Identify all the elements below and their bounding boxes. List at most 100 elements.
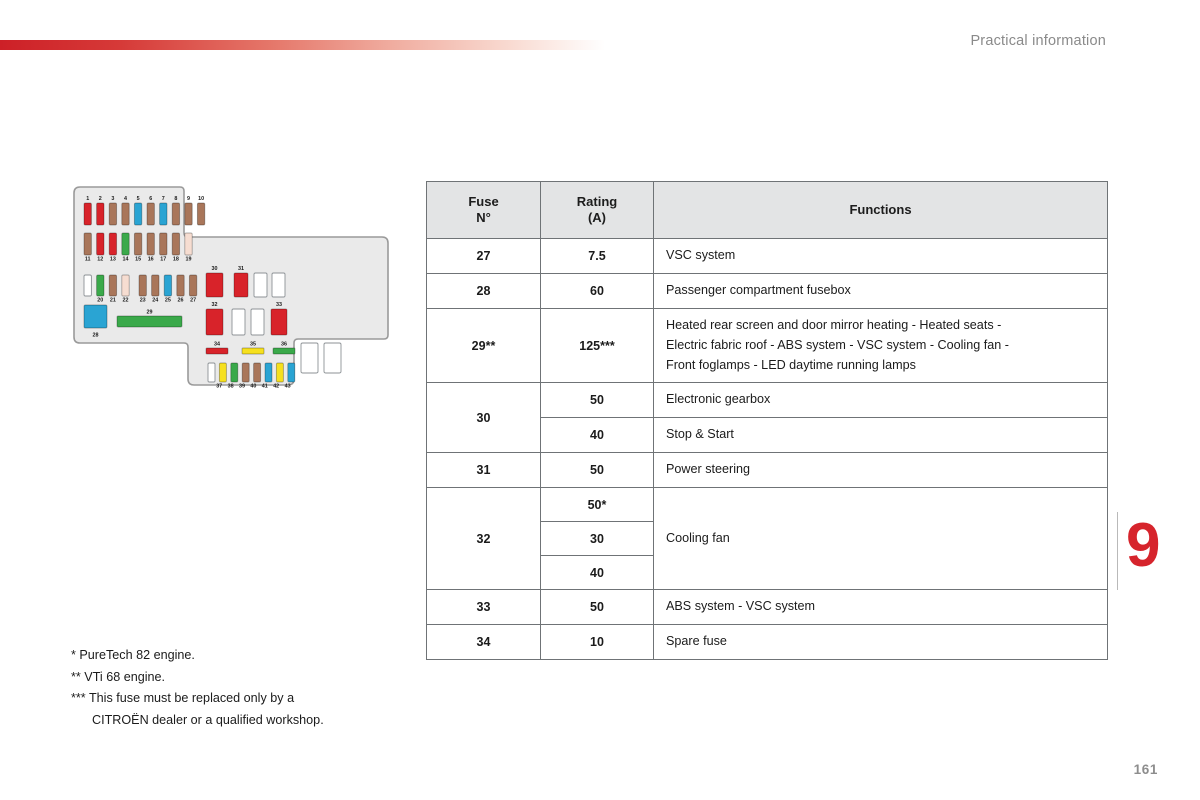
fuse-label-35: 35: [250, 342, 256, 348]
fuse-label-1: 1: [86, 196, 89, 202]
fuse-label-20: 20: [97, 298, 103, 304]
cell-rating: 30: [540, 521, 654, 557]
fuse-33: [270, 308, 288, 336]
fuse-label-25: 25: [165, 298, 171, 304]
fuse-15: [133, 232, 143, 256]
cell-rating: 50: [540, 382, 654, 419]
fuse-10: [196, 202, 206, 226]
fuse-31: [233, 272, 249, 298]
fuse-label-7: 7: [162, 196, 165, 202]
footnote-3-continued: CITROËN dealer or a qualified workshop.: [92, 712, 324, 727]
fuse-label-39: 39: [239, 384, 245, 390]
fuse-26: [176, 274, 185, 297]
table-header-row: Fuse N° Rating (A) Functions: [426, 181, 1108, 239]
footnotes-block: * PureTech 82 engine. ** VTi 68 engine. …: [71, 645, 401, 732]
fuse-18: [171, 232, 181, 256]
fuse-label-8: 8: [174, 196, 177, 202]
cell-functions: VSC system: [653, 238, 1108, 274]
fuse-36: [272, 347, 296, 355]
fuse-28: [83, 304, 108, 329]
footnote-2: ** VTi 68 engine.: [71, 669, 166, 684]
table-row: 32 50* Cooling fan: [426, 487, 1108, 591]
cell-fuse-number: 31: [426, 452, 541, 489]
fuse-32: [205, 308, 224, 336]
fuse-label-16: 16: [148, 257, 154, 263]
fuse-label-37: 37: [216, 384, 222, 390]
fuse-label-40: 40: [250, 384, 256, 390]
cell-rating: 10: [540, 624, 654, 660]
chapter-number: 9: [1126, 511, 1160, 580]
table-row: 27 7.5 VSC system: [426, 238, 1108, 274]
cell-rating: 40: [540, 417, 654, 454]
fuse-label-9: 9: [187, 196, 190, 202]
cell-functions: Cooling fan: [653, 487, 1108, 591]
fuse-label-14: 14: [123, 257, 129, 263]
fuse-9: [184, 202, 193, 226]
section-title: Practical information: [970, 33, 1106, 49]
fuse-label-19: 19: [186, 257, 192, 263]
table-row: 28 60 Passenger compartment fusebox: [426, 272, 1108, 309]
empty-slot-a: [253, 272, 268, 298]
table-row: 31 50 Power steering: [426, 452, 1108, 489]
fuse-slot-row4-5: [264, 362, 273, 383]
fuse-label-2: 2: [99, 196, 102, 202]
cell-functions: Stop & Start: [653, 417, 1108, 454]
fuse-label-4: 4: [124, 196, 127, 202]
cell-rating: 40: [540, 555, 654, 591]
fuse-label-43: 43: [285, 384, 291, 390]
fuse-3: [108, 202, 118, 226]
header-fuse-line2: N°: [476, 210, 491, 225]
fuse-27: [188, 274, 198, 297]
fuse-label-18: 18: [173, 257, 179, 263]
fuse-30: [205, 272, 224, 298]
header-accent-bar: [0, 40, 605, 50]
fuse-label-27: 27: [190, 298, 196, 304]
fuse-13: [108, 232, 118, 256]
fuse-label-33: 33: [276, 302, 282, 308]
cell-rating: 125***: [540, 307, 654, 384]
fuse-8: [171, 202, 181, 226]
fuse-2: [96, 202, 105, 226]
fuse-23: [138, 274, 147, 297]
page-number: 161: [1133, 762, 1158, 777]
table-row: 30 50 Electronic gearbox: [426, 382, 1108, 454]
column-header-fuse-number: Fuse N°: [426, 181, 541, 239]
empty-slot-large-a: [300, 342, 319, 374]
chapter-divider-line: [1117, 512, 1118, 590]
cell-rating: 50*: [540, 487, 654, 523]
fuse-29: [116, 315, 183, 328]
fuse-12: [96, 232, 105, 256]
cell-functions: ABS system - VSC system: [653, 589, 1108, 626]
cell-fuse-number: 28: [426, 272, 541, 309]
table-row: 33 50 ABS system - VSC system: [426, 589, 1108, 626]
cell-functions: Passenger compartment fusebox: [653, 272, 1108, 309]
fuse-7: [159, 202, 168, 226]
cell-functions: Spare fuse: [653, 624, 1108, 660]
engine-compartment-fusebox-diagram: 1 2 3 4 5 6 7 8 9 10 11 12 13 14 15 16 17 18 19 20 21 22 23 24 2…: [70, 181, 400, 401]
header-rating-line2: (A): [587, 210, 607, 225]
fuse-label-38: 38: [228, 384, 234, 390]
cell-fuse-number: 27: [426, 238, 541, 274]
fuse-label-12: 12: [97, 257, 103, 263]
fuse-1: [83, 202, 92, 226]
column-header-functions: Functions: [653, 181, 1108, 239]
fuse-label-28: 28: [93, 333, 99, 339]
fuse-19: [184, 232, 193, 256]
cell-functions: Power steering: [653, 452, 1108, 489]
fuse-slot-row4-4: [253, 362, 262, 383]
fuse-17: [159, 232, 168, 256]
fuse-label-34: 34: [214, 342, 220, 348]
fuse-label-24: 24: [152, 298, 158, 304]
cell-rating: 7.5: [540, 238, 654, 274]
fuse-35: [241, 347, 265, 355]
fuse-4: [121, 202, 130, 226]
fuse-22: [121, 274, 130, 297]
fuse-25: [163, 274, 173, 297]
fuse-slot-row4-7: [287, 362, 296, 383]
fuse-label-11: 11: [85, 257, 91, 263]
empty-slot-large-b: [323, 342, 342, 374]
fuse-label-42: 42: [273, 384, 279, 390]
fuse-21: [108, 274, 118, 297]
cell-rating: 60: [540, 272, 654, 309]
cell-functions: Electronic gearbox: [653, 382, 1108, 419]
